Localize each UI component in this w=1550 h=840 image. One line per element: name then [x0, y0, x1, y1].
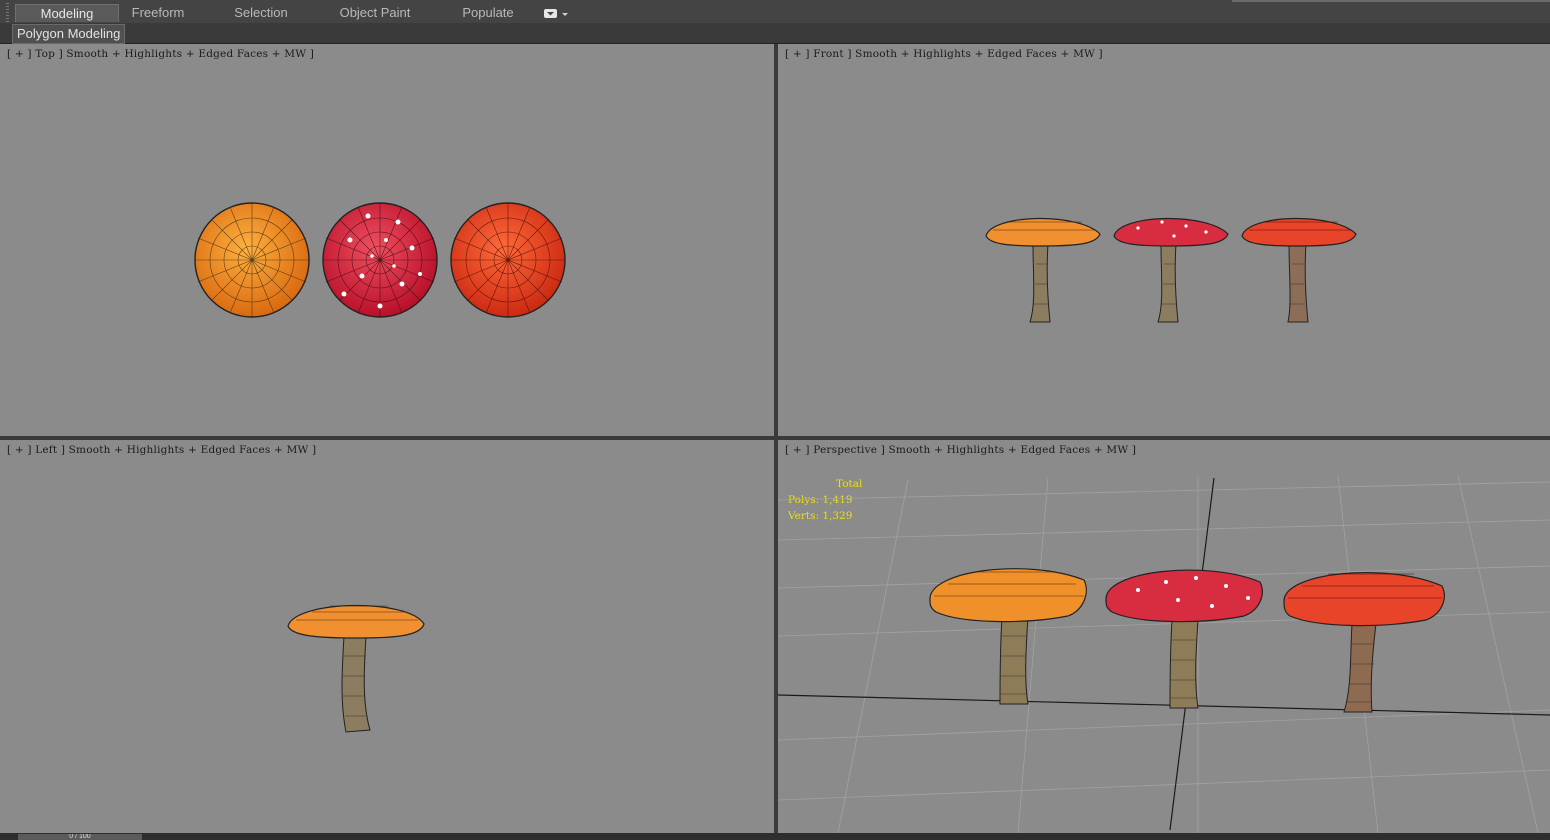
perspective-axes [778, 477, 1550, 831]
ribbon-panel: Polygon Modeling [0, 23, 1550, 44]
mushroom-top-spotted[interactable] [322, 202, 438, 318]
ribbon-tab-bar: Modeling Freeform Selection Object Paint… [0, 0, 1550, 37]
viewport-front[interactable]: [ + ] Front ] Smooth + Highlights + Edge… [778, 44, 1550, 436]
perspective-grid [778, 475, 1550, 833]
mushroom-persp-red[interactable] [1283, 572, 1445, 713]
viewport-top[interactable]: [ + ] Top ] Smooth + Highlights + Edged … [0, 44, 774, 436]
mushroom-front-spotted[interactable] [1113, 217, 1229, 323]
time-slider[interactable]: 0 / 100 [0, 833, 1550, 840]
time-slider-thumb[interactable]: 0 / 100 [18, 834, 142, 840]
mushroom-front-red[interactable] [1241, 217, 1357, 323]
tab-populate[interactable]: Populate [452, 4, 524, 22]
mushroom-top-red[interactable] [450, 202, 566, 318]
tab-object-paint[interactable]: Object Paint [330, 4, 420, 22]
viewport-splitter-horizontal[interactable] [0, 436, 1550, 440]
tab-selection[interactable]: Selection [225, 4, 297, 22]
ribbon-divider [1232, 0, 1550, 2]
viewport-left[interactable]: [ + ] Left ] Smooth + Highlights + Edged… [0, 440, 774, 833]
mushroom-left-orange[interactable] [287, 604, 425, 733]
ribbon-options-dropdown[interactable] [544, 7, 570, 19]
panel-polygon-modeling[interactable]: Polygon Modeling [12, 24, 126, 44]
tab-freeform[interactable]: Freeform [122, 4, 194, 22]
tab-modeling[interactable]: Modeling [15, 4, 119, 22]
ribbon-options-icon [544, 9, 568, 18]
viewport-perspective[interactable]: [ + ] Perspective ] Smooth + Highlights … [778, 440, 1550, 833]
mushroom-front-orange[interactable] [985, 217, 1101, 323]
mushroom-persp-spotted[interactable] [1105, 569, 1263, 709]
mushroom-persp-orange[interactable] [929, 568, 1087, 705]
mushroom-top-orange[interactable] [194, 202, 310, 318]
